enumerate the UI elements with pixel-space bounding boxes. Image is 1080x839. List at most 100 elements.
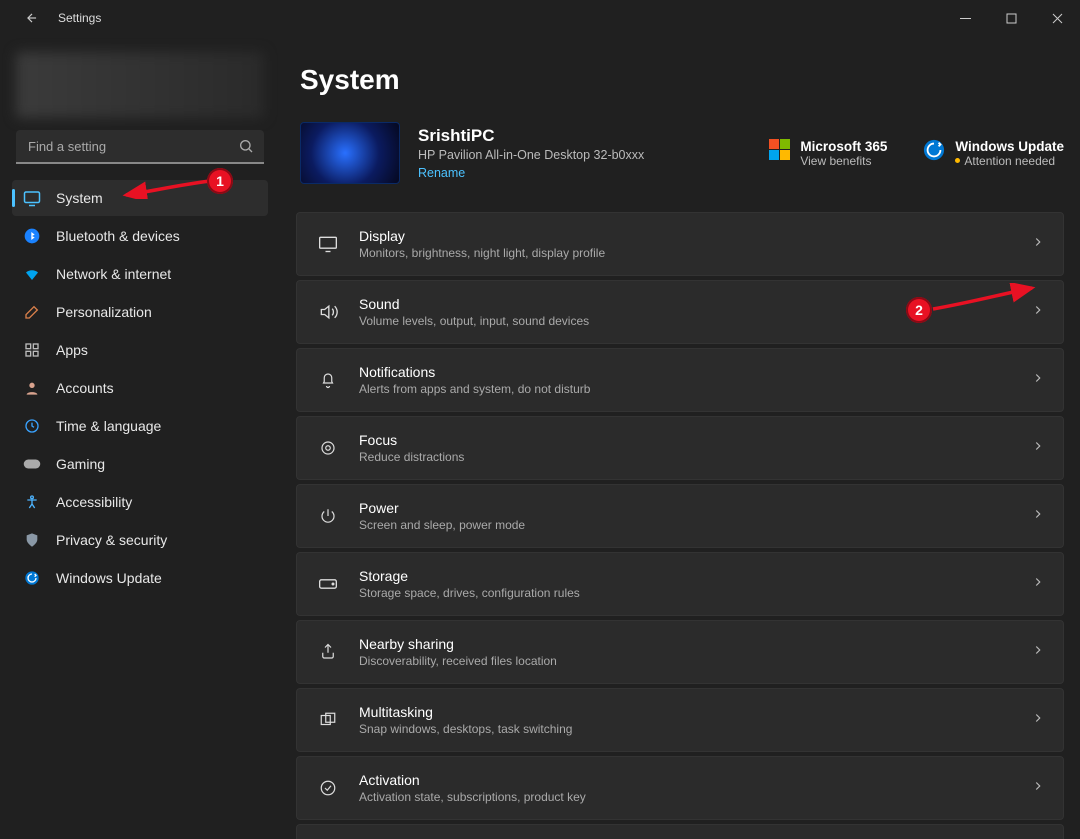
card-storage[interactable]: StorageStorage space, drives, configurat… — [296, 552, 1064, 616]
share-icon — [315, 643, 341, 661]
card-power[interactable]: PowerScreen and sleep, power mode — [296, 484, 1064, 548]
card-sub: Activation state, subscriptions, product… — [359, 790, 586, 804]
header-right: Microsoft 365 View benefits Windows Upda… — [769, 139, 1064, 168]
sidebar-item-gaming[interactable]: Gaming — [12, 446, 268, 482]
card-sub: Reduce distractions — [359, 450, 464, 464]
wu-sub: Attention needed — [955, 154, 1064, 168]
card-title: Sound — [359, 296, 589, 312]
windows-update-link[interactable]: Windows Update Attention needed — [923, 139, 1064, 168]
sidebar-item-label: Privacy & security — [56, 532, 167, 548]
back-button[interactable] — [18, 4, 46, 32]
annotation-arrow-2 — [928, 283, 1038, 313]
card-activation[interactable]: Activation Activation state, subscription… — [296, 756, 1064, 820]
window-controls — [942, 0, 1080, 36]
chevron-right-icon — [1031, 711, 1045, 730]
sidebar-item-label: Time & language — [56, 418, 161, 434]
wu-title: Windows Update — [955, 139, 1064, 154]
brush-icon — [22, 302, 42, 322]
nav-list: System Bluetooth & devices Network & int… — [8, 180, 272, 596]
sidebar-item-personalization[interactable]: Personalization — [12, 294, 268, 330]
chevron-right-icon — [1031, 779, 1045, 798]
sidebar-item-network[interactable]: Network & internet — [12, 256, 268, 292]
search-input[interactable] — [16, 130, 264, 164]
device-model: HP Pavilion All-in-One Desktop 32-b0xxx — [418, 148, 644, 162]
sidebar-item-accessibility[interactable]: Accessibility — [12, 484, 268, 520]
card-sub: Storage space, drives, configuration rul… — [359, 586, 580, 600]
card-sub: Screen and sleep, power mode — [359, 518, 525, 532]
person-icon — [22, 378, 42, 398]
settings-window: Settings System Blu — [0, 0, 1080, 839]
content-area[interactable]: System SrishtiPC HP Pavilion All-in-One … — [280, 36, 1080, 839]
device-name: SrishtiPC — [418, 126, 644, 146]
chevron-right-icon — [1031, 575, 1045, 594]
card-title: Activation — [359, 772, 586, 788]
annotation-badge-1: 1 — [207, 168, 233, 194]
sidebar-item-label: Windows Update — [56, 570, 162, 586]
close-button[interactable] — [1034, 0, 1080, 36]
chevron-right-icon — [1031, 371, 1045, 390]
microsoft-365-icon — [769, 139, 790, 160]
sidebar-item-label: Personalization — [56, 304, 152, 320]
card-sub: Volume levels, output, input, sound devi… — [359, 314, 589, 328]
sidebar-item-windows-update[interactable]: Windows Update — [12, 560, 268, 596]
card-nearby-sharing[interactable]: Nearby sharingDiscoverability, received … — [296, 620, 1064, 684]
page-title: System — [300, 64, 1064, 96]
chevron-right-icon — [1031, 439, 1045, 458]
device-thumbnail[interactable] — [300, 122, 400, 184]
sidebar-item-label: Gaming — [56, 456, 105, 472]
sidebar-item-privacy[interactable]: Privacy & security — [12, 522, 268, 558]
display-icon — [315, 234, 341, 254]
chevron-right-icon — [1031, 235, 1045, 254]
update-icon — [22, 568, 42, 588]
apps-icon — [22, 340, 42, 360]
microsoft-365-link[interactable]: Microsoft 365 View benefits — [769, 139, 887, 168]
sidebar-item-label: System — [56, 190, 103, 206]
annotation-badge-2: 2 — [906, 297, 932, 323]
app-title: Settings — [58, 11, 101, 25]
search-icon — [238, 138, 254, 159]
card-title: Notifications — [359, 364, 590, 380]
card-troubleshoot[interactable]: TroubleshootRecommended troubleshooters,… — [296, 824, 1064, 839]
card-notifications[interactable]: Notifications Alerts from apps and system… — [296, 348, 1064, 412]
device-info: SrishtiPC HP Pavilion All-in-One Desktop… — [418, 126, 644, 180]
system-icon — [22, 188, 42, 208]
sound-icon — [315, 302, 341, 322]
card-focus[interactable]: Focus Reduce distractions — [296, 416, 1064, 480]
gamepad-icon — [22, 454, 42, 474]
m365-title: Microsoft 365 — [800, 139, 887, 154]
update-icon — [923, 139, 945, 166]
activation-icon — [315, 779, 341, 797]
focus-icon — [315, 439, 341, 457]
maximize-button[interactable] — [988, 0, 1034, 36]
card-title: Focus — [359, 432, 464, 448]
sidebar-item-bluetooth[interactable]: Bluetooth & devices — [12, 218, 268, 254]
accessibility-icon — [22, 492, 42, 512]
profile-panel[interactable] — [16, 52, 264, 118]
sidebar-item-accounts[interactable]: Accounts — [12, 370, 268, 406]
annotation-arrow-1 — [118, 177, 216, 199]
bell-icon — [315, 371, 341, 389]
rename-link[interactable]: Rename — [418, 166, 644, 180]
sidebar: System Bluetooth & devices Network & int… — [0, 36, 280, 839]
window-body: System Bluetooth & devices Network & int… — [0, 36, 1080, 839]
minimize-button[interactable] — [942, 0, 988, 36]
power-icon — [315, 507, 341, 525]
card-title: Nearby sharing — [359, 636, 557, 652]
wifi-icon — [22, 264, 42, 284]
titlebar: Settings — [0, 0, 1080, 36]
card-sub: Snap windows, desktops, task switching — [359, 722, 572, 736]
storage-icon — [315, 577, 341, 591]
card-sub: Monitors, brightness, night light, displ… — [359, 246, 605, 260]
device-header: SrishtiPC HP Pavilion All-in-One Desktop… — [296, 122, 1064, 184]
sidebar-item-label: Accounts — [56, 380, 114, 396]
sidebar-item-apps[interactable]: Apps — [12, 332, 268, 368]
sidebar-item-label: Network & internet — [56, 266, 171, 282]
card-title: Multitasking — [359, 704, 572, 720]
card-sub: Alerts from apps and system, do not dist… — [359, 382, 590, 396]
chevron-right-icon — [1031, 507, 1045, 526]
card-multitasking[interactable]: Multitasking Snap windows, desktops, task… — [296, 688, 1064, 752]
sidebar-item-time-language[interactable]: Time & language — [12, 408, 268, 444]
search-wrap — [16, 130, 264, 164]
m365-sub: View benefits — [800, 154, 887, 168]
card-display[interactable]: DisplayMonitors, brightness, night light… — [296, 212, 1064, 276]
